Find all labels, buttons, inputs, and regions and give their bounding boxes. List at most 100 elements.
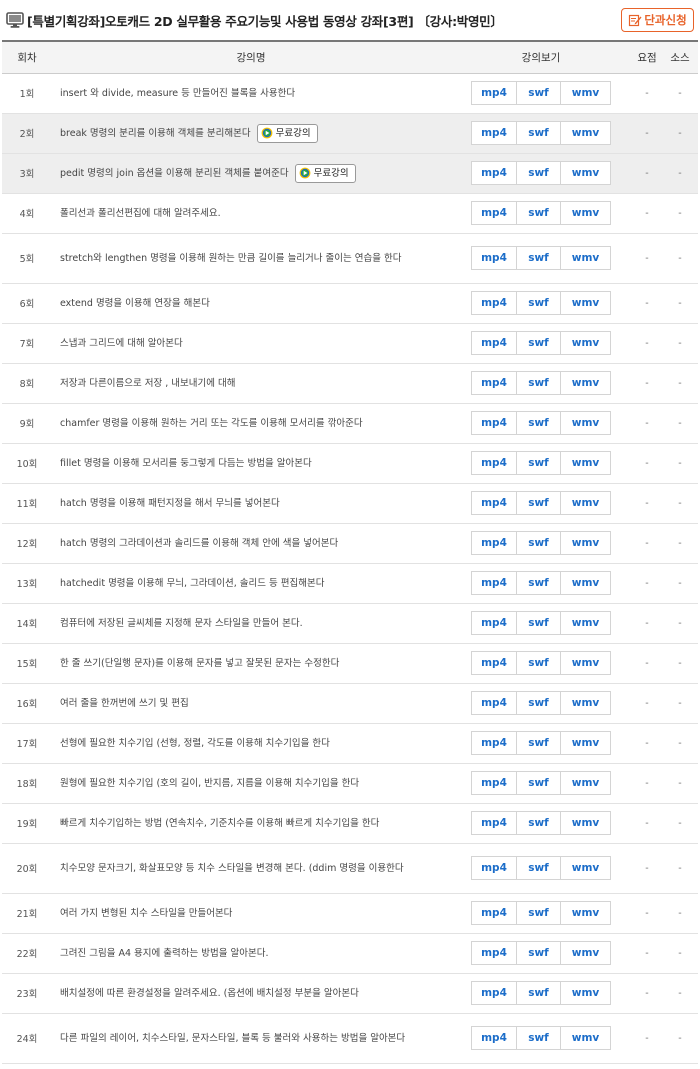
table-row: 6회 extend 명령을 이용해 연장을 해본다 mp4 swf wmv - … — [2, 283, 698, 324]
swf-button[interactable]: swf — [516, 651, 561, 675]
free-lecture-button[interactable]: 무료강의 — [294, 163, 356, 183]
swf-button[interactable]: swf — [516, 611, 561, 635]
view-cell: mp4 swf wmv — [450, 483, 632, 524]
summary-cell: - — [632, 363, 662, 404]
episode-number: 22회 — [2, 933, 52, 974]
swf-button[interactable]: swf — [516, 1026, 561, 1050]
lecture-title: stretch와 lengthen 명령을 이용해 원하는 만큼 길이를 늘리거… — [60, 252, 402, 264]
swf-button[interactable]: swf — [516, 731, 561, 755]
swf-button[interactable]: swf — [516, 856, 561, 880]
free-lecture-label: 무료강의 — [313, 167, 349, 179]
wmv-button[interactable]: wmv — [560, 531, 611, 555]
wmv-button[interactable]: wmv — [560, 491, 611, 515]
swf-button[interactable]: swf — [516, 246, 561, 270]
episode-number: 3회 — [2, 153, 52, 194]
mp4-button[interactable]: mp4 — [471, 371, 517, 395]
mp4-button[interactable]: mp4 — [471, 81, 517, 105]
wmv-button[interactable]: wmv — [560, 371, 611, 395]
wmv-button[interactable]: wmv — [560, 451, 611, 475]
table-row: 17회 선형에 필요한 치수기입 (선형, 정렬, 각도를 이용해 치수기입을 … — [2, 723, 698, 764]
lecture-title: 원형에 필요한 치수기입 (호의 길이, 반지름, 지름을 이용해 치수기입을 … — [60, 777, 360, 789]
wmv-button[interactable]: wmv — [560, 611, 611, 635]
mp4-button[interactable]: mp4 — [471, 981, 517, 1005]
swf-button[interactable]: swf — [516, 371, 561, 395]
wmv-button[interactable]: wmv — [560, 811, 611, 835]
swf-button[interactable]: swf — [516, 571, 561, 595]
table-row: 7회 스냅과 그리드에 대해 알아본다 mp4 swf wmv - - — [2, 323, 698, 364]
mp4-button[interactable]: mp4 — [471, 771, 517, 795]
summary-cell: - — [632, 643, 662, 684]
view-cell: mp4 swf wmv — [450, 73, 632, 114]
swf-button[interactable]: swf — [516, 981, 561, 1005]
mp4-button[interactable]: mp4 — [471, 121, 517, 145]
mp4-button[interactable]: mp4 — [471, 611, 517, 635]
summary-cell: - — [632, 763, 662, 804]
mp4-button[interactable]: mp4 — [471, 246, 517, 270]
mp4-button[interactable]: mp4 — [471, 411, 517, 435]
lecture-title: hatch 명령의 그라데이션과 솔리드를 이용해 객체 안에 색을 넣어본다 — [60, 537, 339, 549]
apply-course-button[interactable]: 단과신청 — [621, 8, 694, 32]
mp4-button[interactable]: mp4 — [471, 856, 517, 880]
swf-button[interactable]: swf — [516, 811, 561, 835]
swf-button[interactable]: swf — [516, 161, 561, 185]
wmv-button[interactable]: wmv — [560, 856, 611, 880]
episode-number: 23회 — [2, 973, 52, 1014]
swf-button[interactable]: swf — [516, 451, 561, 475]
wmv-button[interactable]: wmv — [560, 161, 611, 185]
apply-course-label: 단과신청 — [644, 13, 687, 27]
wmv-button[interactable]: wmv — [560, 981, 611, 1005]
view-cell: mp4 swf wmv — [450, 843, 632, 894]
wmv-button[interactable]: wmv — [560, 201, 611, 225]
swf-button[interactable]: swf — [516, 331, 561, 355]
mp4-button[interactable]: mp4 — [471, 491, 517, 515]
wmv-button[interactable]: wmv — [560, 1026, 611, 1050]
wmv-button[interactable]: wmv — [560, 691, 611, 715]
mp4-button[interactable]: mp4 — [471, 291, 517, 315]
source-cell: - — [662, 73, 698, 114]
swf-button[interactable]: swf — [516, 291, 561, 315]
wmv-button[interactable]: wmv — [560, 771, 611, 795]
swf-button[interactable]: swf — [516, 81, 561, 105]
mp4-button[interactable]: mp4 — [471, 161, 517, 185]
mp4-button[interactable]: mp4 — [471, 331, 517, 355]
swf-button[interactable]: swf — [516, 771, 561, 795]
swf-button[interactable]: swf — [516, 691, 561, 715]
wmv-button[interactable]: wmv — [560, 121, 611, 145]
swf-button[interactable]: swf — [516, 901, 561, 925]
mp4-button[interactable]: mp4 — [471, 901, 517, 925]
episode-number: 10회 — [2, 443, 52, 484]
table-row: 1회 insert 와 divide, measure 등 만들어진 블록을 사… — [2, 73, 698, 114]
mp4-button[interactable]: mp4 — [471, 731, 517, 755]
wmv-button[interactable]: wmv — [560, 331, 611, 355]
wmv-button[interactable]: wmv — [560, 411, 611, 435]
mp4-button[interactable]: mp4 — [471, 811, 517, 835]
swf-button[interactable]: swf — [516, 531, 561, 555]
mp4-button[interactable]: mp4 — [471, 651, 517, 675]
mp4-button[interactable]: mp4 — [471, 201, 517, 225]
wmv-button[interactable]: wmv — [560, 901, 611, 925]
mp4-button[interactable]: mp4 — [471, 451, 517, 475]
swf-button[interactable]: swf — [516, 201, 561, 225]
table-row: 16회 여러 줄을 한꺼번에 쓰기 및 편집 mp4 swf wmv - - — [2, 683, 698, 724]
wmv-button[interactable]: wmv — [560, 291, 611, 315]
swf-button[interactable]: swf — [516, 941, 561, 965]
swf-button[interactable]: swf — [516, 411, 561, 435]
view-cell: mp4 swf wmv — [450, 643, 632, 684]
mp4-button[interactable]: mp4 — [471, 691, 517, 715]
free-lecture-button[interactable]: 무료강의 — [256, 123, 318, 143]
mp4-button[interactable]: mp4 — [471, 571, 517, 595]
wmv-button[interactable]: wmv — [560, 651, 611, 675]
view-cell: mp4 swf wmv — [450, 233, 632, 284]
mp4-button[interactable]: mp4 — [471, 531, 517, 555]
wmv-button[interactable]: wmv — [560, 246, 611, 270]
wmv-button[interactable]: wmv — [560, 731, 611, 755]
swf-button[interactable]: swf — [516, 491, 561, 515]
mp4-button[interactable]: mp4 — [471, 941, 517, 965]
wmv-button[interactable]: wmv — [560, 81, 611, 105]
mp4-button[interactable]: mp4 — [471, 1026, 517, 1050]
wmv-button[interactable]: wmv — [560, 941, 611, 965]
free-lecture-label: 무료강의 — [275, 127, 311, 139]
swf-button[interactable]: swf — [516, 121, 561, 145]
lecture-title-cell: break 명령의 분리를 이용해 객체를 분리해본다 무료강의 — [52, 113, 450, 154]
wmv-button[interactable]: wmv — [560, 571, 611, 595]
